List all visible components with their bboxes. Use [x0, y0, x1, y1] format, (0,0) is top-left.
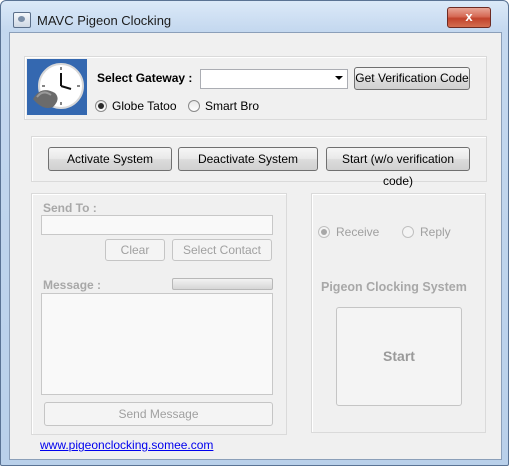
get-verification-code-button[interactable]: Get Verification Code: [354, 67, 470, 90]
activate-system-button[interactable]: Activate System: [48, 147, 172, 171]
message-textarea[interactable]: [41, 293, 273, 395]
gateway-panel: Select Gateway : Get Verification Code G…: [24, 56, 487, 120]
send-to-label: Send To :: [43, 201, 97, 215]
client-area: Select Gateway : Get Verification Code G…: [9, 32, 502, 460]
gateway-label: Select Gateway :: [97, 71, 193, 85]
title-bar[interactable]: MAVC Pigeon Clocking x: [1, 1, 508, 33]
start-without-verification-button[interactable]: Start (w/o verification code): [326, 147, 470, 188]
send-to-input[interactable]: [41, 215, 273, 235]
clock-icon: [27, 59, 87, 115]
system-panel: Activate System Deactivate System Start …: [31, 136, 487, 188]
window-title: MAVC Pigeon Clocking: [37, 13, 172, 28]
clear-button[interactable]: Clear: [105, 239, 165, 261]
close-button[interactable]: x: [447, 7, 491, 28]
send-message-button[interactable]: Send Message: [44, 402, 273, 426]
reply-label[interactable]: Reply: [420, 225, 451, 239]
globe-tatoo-radio[interactable]: [95, 100, 107, 112]
clocking-panel: Receive Reply Pigeon Clocking System Sta…: [311, 193, 486, 433]
receive-label[interactable]: Receive: [336, 225, 379, 239]
app-window: MAVC Pigeon Clocking x Select Gateway: …: [0, 0, 509, 466]
message-label: Message :: [43, 278, 102, 292]
select-contact-button[interactable]: Select Contact: [172, 239, 272, 261]
send-panel: Send To : Clear Select Contact Message :…: [31, 193, 287, 435]
receive-radio[interactable]: [318, 226, 330, 238]
message-progress-bar: [172, 278, 273, 290]
reply-radio[interactable]: [402, 226, 414, 238]
smart-bro-label[interactable]: Smart Bro: [205, 99, 259, 113]
gateway-select[interactable]: [200, 69, 348, 89]
globe-tatoo-label[interactable]: Globe Tatoo: [112, 99, 177, 113]
start-button[interactable]: Start: [336, 307, 462, 406]
pigeon-clock-logo: [27, 59, 87, 115]
pigeon-clocking-system-label: Pigeon Clocking System: [321, 280, 467, 294]
chevron-down-icon: [335, 76, 343, 80]
app-icon: [13, 12, 31, 28]
smart-bro-radio[interactable]: [188, 100, 200, 112]
deactivate-system-button[interactable]: Deactivate System: [178, 147, 318, 171]
website-link[interactable]: www.pigeonclocking.somee.com: [40, 438, 213, 452]
